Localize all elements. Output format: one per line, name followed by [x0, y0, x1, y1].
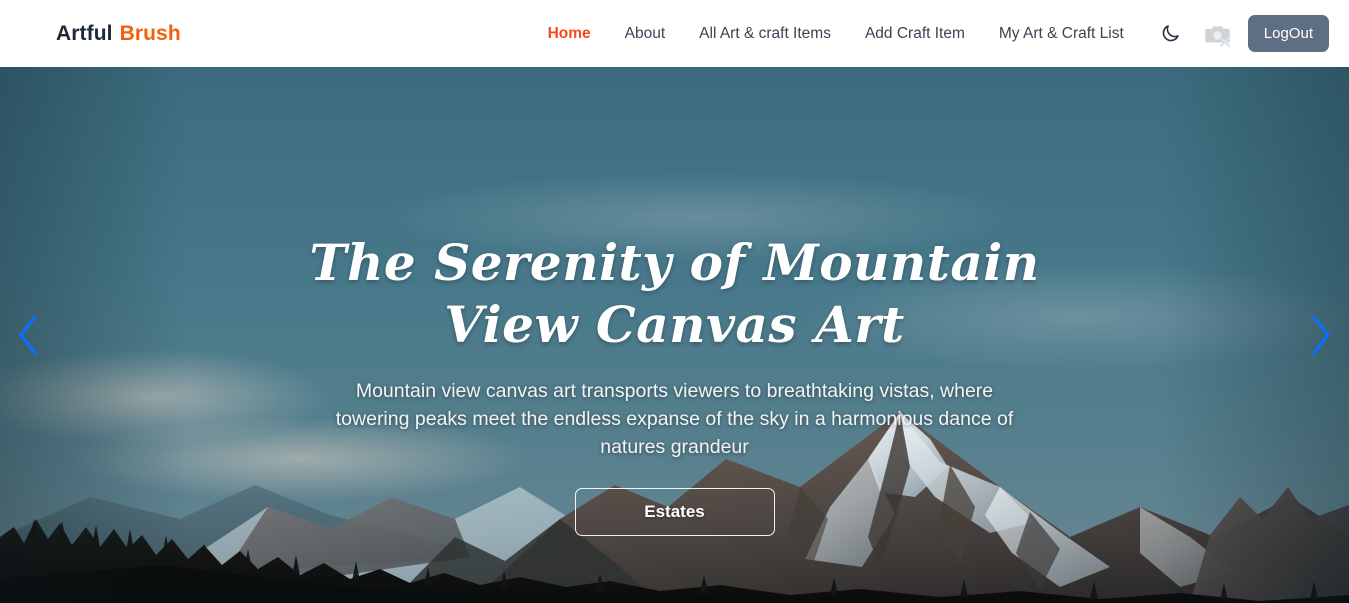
avatar[interactable]: [1201, 17, 1235, 51]
chevron-right-icon: [1311, 314, 1331, 356]
nav-link-add-craft-item[interactable]: Add Craft Item: [848, 0, 982, 67]
nav-link-my-art-craft-list[interactable]: My Art & Craft List: [982, 0, 1141, 67]
nav-item-my-art-craft-list[interactable]: My Art & Craft List: [982, 0, 1141, 67]
estates-button[interactable]: Estates: [574, 488, 775, 536]
nav-link-about[interactable]: About: [608, 0, 683, 67]
carousel-prev-button[interactable]: [6, 309, 50, 361]
nav-item-add-craft-item[interactable]: Add Craft Item: [848, 0, 982, 67]
nav-links: Home About All Art & craft Items Add Cra…: [531, 0, 1141, 67]
brand-logo[interactable]: Artful Brush: [56, 22, 181, 46]
hero-title: The Serenity of Mountain View Canvas Art: [309, 233, 1040, 354]
page-root: Artful Brush Home About All Art & craft I…: [0, 0, 1349, 603]
nav-link-all-art-craft-items[interactable]: All Art & craft Items: [682, 0, 848, 67]
nav-link-home[interactable]: Home: [531, 0, 608, 67]
hero-content: The Serenity of Mountain View Canvas Art…: [0, 67, 1349, 603]
navbar-actions: LogOut: [1151, 14, 1329, 54]
brand-first-word: Artful: [56, 21, 113, 45]
broken-image-icon: [1205, 25, 1230, 47]
nav-item-home[interactable]: Home: [531, 0, 608, 67]
hero-subtitle: Mountain view canvas art transports view…: [335, 380, 1014, 458]
chevron-left-icon: [18, 314, 38, 356]
hero-carousel: The Serenity of Mountain View Canvas Art…: [0, 67, 1349, 603]
brand-second-word: Brush: [119, 21, 181, 45]
nav-item-about[interactable]: About: [608, 0, 683, 67]
logout-button[interactable]: LogOut: [1247, 15, 1329, 52]
carousel-next-button[interactable]: [1299, 309, 1343, 361]
theme-toggle-button[interactable]: [1151, 14, 1191, 54]
nav-item-all-art-craft-items[interactable]: All Art & craft Items: [682, 0, 848, 67]
moon-icon: [1162, 25, 1180, 42]
main-navbar: Artful Brush Home About All Art & craft I…: [0, 0, 1349, 67]
